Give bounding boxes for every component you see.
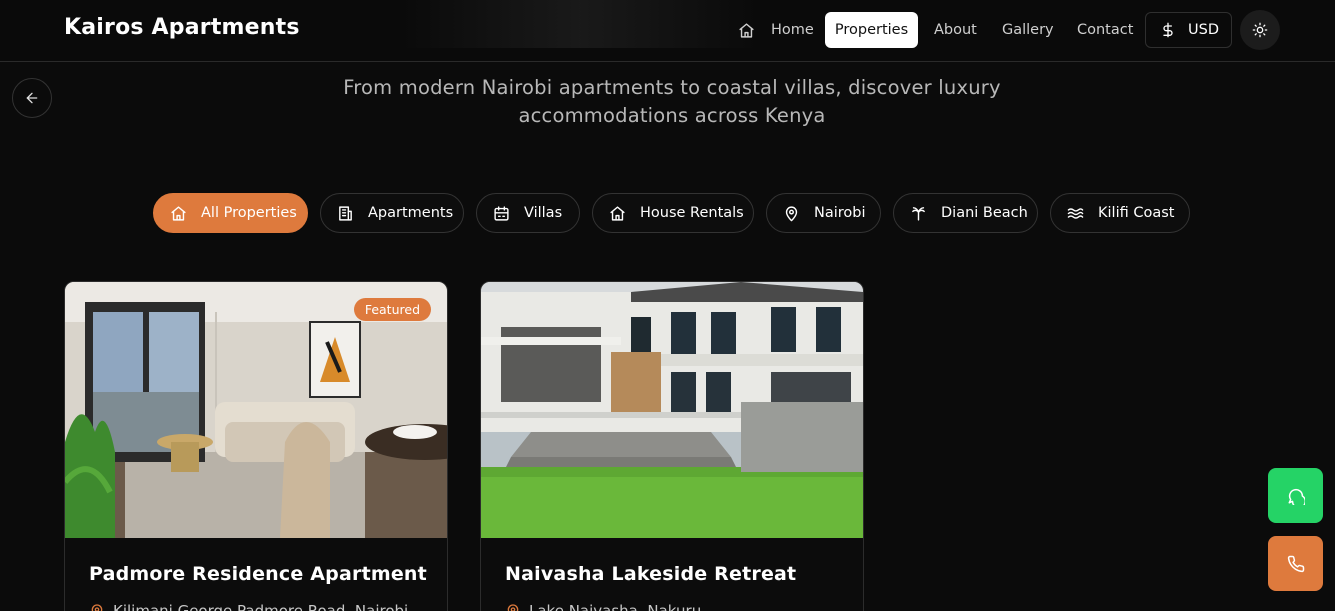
property-card[interactable]: Featured Padmore Residence Apartment Kil… [64,281,448,611]
filter-kilifi-coast[interactable]: Kilifi Coast [1050,193,1190,233]
home-icon [610,205,625,221]
site-header: Kairos Apartments Home Properties About … [0,0,1335,62]
building-icon [339,205,352,221]
phone-icon [1287,555,1304,572]
currency-selector[interactable]: USD [1145,12,1232,48]
filter-apartments[interactable]: Apartments [320,193,464,233]
filter-label: All Properties [201,205,297,221]
filter-label: Apartments [368,205,454,221]
property-location: Lake Naivasha, Nakuru [505,602,701,611]
filter-label: Nairobi [814,205,866,221]
header-background-image [400,0,760,48]
waves-icon [1067,207,1084,219]
filter-diani-beach[interactable]: Diani Beach [893,193,1038,233]
hotel-icon [494,205,509,221]
back-button[interactable] [12,78,52,118]
nav-home-label: Home [771,22,814,38]
home-icon [171,205,186,221]
filter-label: Diani Beach [941,205,1028,221]
chat-icon [1288,488,1305,505]
map-pin-icon [91,604,103,611]
property-card[interactable]: Naivasha Lakeside Retreat Lake Naivasha,… [480,281,864,611]
map-pin-icon [785,205,798,221]
nav-contact[interactable]: Contact [1077,12,1133,48]
property-title[interactable]: Naivasha Lakeside Retreat [505,563,796,585]
property-photo[interactable]: Featured [65,282,447,538]
filter-house-rentals[interactable]: House Rentals [592,193,754,233]
brand-logo[interactable]: Kairos Apartments [64,15,300,40]
filter-label: Villas [524,205,563,221]
nav-properties[interactable]: Properties [825,12,918,48]
palm-tree-icon [912,206,925,221]
property-title[interactable]: Padmore Residence Apartment [89,563,427,585]
sun-icon [1252,22,1268,38]
dollar-icon [1163,22,1173,38]
filter-nairobi[interactable]: Nairobi [766,193,881,233]
filter-label: Kilifi Coast [1098,205,1175,221]
theme-toggle-button[interactable] [1240,10,1280,50]
filter-all-properties[interactable]: All Properties [153,193,308,233]
map-pin-icon [507,604,519,611]
featured-badge: Featured [353,298,431,321]
currency-label: USD [1188,22,1219,38]
whatsapp-button[interactable] [1268,468,1323,523]
hero-subtitle: From modern Nairobi apartments to coasta… [343,76,1001,127]
property-photo[interactable] [481,282,863,538]
nav-about[interactable]: About [934,12,977,48]
arrow-left-icon [26,92,38,104]
home-icon [739,22,754,38]
filter-label: House Rentals [640,205,744,221]
property-location-text: Kilimani George Padmore Road, Nairobi [113,602,409,611]
nav-home[interactable]: Home [738,12,814,48]
property-location: Kilimani George Padmore Road, Nairobi [89,602,408,611]
nav-gallery[interactable]: Gallery [1002,12,1054,48]
call-button[interactable] [1268,536,1323,591]
villa-exterior-image [481,282,863,538]
filter-villas[interactable]: Villas [476,193,580,233]
property-location-text: Lake Naivasha, Nakuru [529,602,702,611]
